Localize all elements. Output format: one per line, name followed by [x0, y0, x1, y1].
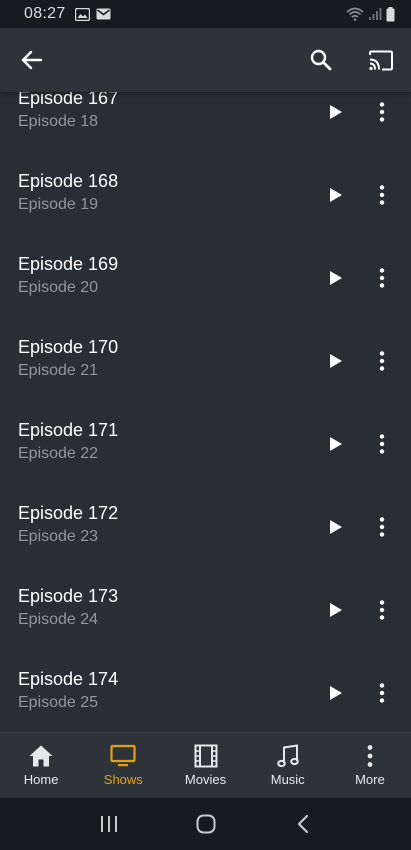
- list-item[interactable]: Episode 172 Episode 23: [0, 483, 411, 566]
- episode-subtitle: Episode 20: [18, 279, 99, 296]
- battery-icon: [386, 6, 395, 21]
- episode-title: Episode 170: [18, 337, 119, 357]
- arrow-back-icon: [21, 50, 43, 70]
- play-button[interactable]: [314, 671, 358, 715]
- play-icon: [330, 603, 342, 617]
- home-system-button[interactable]: [182, 804, 230, 844]
- back-system-button[interactable]: [279, 804, 327, 844]
- episode-title: Episode 171: [18, 420, 119, 440]
- system-status-icons: [346, 6, 395, 22]
- episode-title: Episode 174: [18, 669, 119, 689]
- more-options-button[interactable]: [360, 92, 404, 134]
- gallery-notification-icon: [74, 7, 90, 21]
- nav-label-movies: Movies: [184, 772, 227, 787]
- nav-label-shows: Shows: [103, 772, 143, 787]
- more-options-button[interactable]: [360, 422, 404, 466]
- more-options-button[interactable]: [360, 173, 404, 217]
- list-item[interactable]: Episode 169 Episode 20: [0, 234, 411, 317]
- home-icon: [29, 745, 53, 767]
- more-vertical-icon: [379, 351, 385, 371]
- more-vertical-icon: [379, 600, 385, 620]
- recent-apps-button[interactable]: [85, 804, 133, 844]
- more-options-button[interactable]: [360, 339, 404, 383]
- play-icon: [330, 354, 342, 368]
- back-button[interactable]: [8, 36, 56, 84]
- nav-item-more[interactable]: More: [329, 733, 411, 798]
- more-options-button[interactable]: [360, 256, 404, 300]
- episode-title: Episode 168: [18, 171, 119, 191]
- wifi-icon: [346, 7, 364, 21]
- play-button[interactable]: [314, 588, 358, 632]
- chevron-left-icon: [297, 814, 308, 834]
- more-vertical-icon: [367, 745, 373, 767]
- system-navigation-bar: [0, 798, 411, 850]
- nav-item-music[interactable]: Music: [247, 733, 329, 798]
- signal-icon: [369, 8, 382, 20]
- nav-item-movies[interactable]: Movies: [164, 733, 246, 798]
- episode-title: Episode 172: [18, 503, 119, 523]
- status-time: 08:27: [24, 5, 66, 22]
- app-bar: [0, 28, 411, 92]
- nav-label-music: Music: [270, 772, 305, 787]
- nav-item-shows[interactable]: Shows: [82, 733, 164, 798]
- more-options-button[interactable]: [360, 671, 404, 715]
- episode-title: Episode 167: [18, 92, 119, 108]
- cast-button[interactable]: [357, 36, 405, 84]
- play-button[interactable]: [314, 92, 358, 134]
- play-icon: [330, 271, 342, 285]
- nav-item-home[interactable]: Home: [0, 733, 82, 798]
- more-options-button[interactable]: [360, 588, 404, 632]
- more-vertical-icon: [379, 102, 385, 122]
- list-item[interactable]: Episode 171 Episode 22: [0, 400, 411, 483]
- search-button[interactable]: [297, 36, 345, 84]
- film-icon: [194, 744, 217, 768]
- episode-subtitle: Episode 18: [18, 113, 99, 130]
- play-button[interactable]: [314, 173, 358, 217]
- play-button[interactable]: [314, 256, 358, 300]
- play-icon: [330, 437, 342, 451]
- home-circle-icon: [196, 814, 215, 834]
- episode-subtitle: Episode 21: [18, 362, 99, 379]
- list-item[interactable]: Episode 167 Episode 18: [0, 92, 411, 151]
- episode-title: Episode 173: [18, 586, 119, 606]
- search-icon: [310, 49, 332, 71]
- episode-list[interactable]: Episode 167 Episode 18 Episode 168 Episode …: [0, 92, 411, 732]
- episode-subtitle: Episode 23: [18, 528, 99, 545]
- bottom-navigation: Home Shows Movies Music More: [0, 732, 411, 798]
- list-item[interactable]: Episode 173 Episode 24: [0, 566, 411, 649]
- notification-icons: [74, 7, 111, 21]
- tv-icon: [110, 744, 136, 767]
- list-item[interactable]: Episode 174 Episode 25: [0, 649, 411, 732]
- list-item[interactable]: Episode 170 Episode 21: [0, 317, 411, 400]
- play-icon: [330, 188, 342, 202]
- play-icon: [330, 520, 342, 534]
- play-button[interactable]: [314, 339, 358, 383]
- nav-label-home: Home: [23, 772, 59, 787]
- more-vertical-icon: [379, 517, 385, 537]
- music-note-icon: [276, 744, 299, 768]
- play-button[interactable]: [314, 505, 358, 549]
- episode-subtitle: Episode 24: [18, 611, 99, 628]
- more-vertical-icon: [379, 683, 385, 703]
- play-icon: [330, 105, 342, 119]
- episode-subtitle: Episode 22: [18, 445, 99, 462]
- status-bar: 08:27: [0, 0, 411, 28]
- mail-notification-icon: [96, 8, 111, 20]
- episode-list-content: Episode 167 Episode 18 Episode 168 Episode …: [0, 92, 411, 732]
- more-vertical-icon: [379, 268, 385, 288]
- nav-label-more: More: [355, 772, 385, 787]
- play-button[interactable]: [314, 422, 358, 466]
- more-vertical-icon: [379, 185, 385, 205]
- more-vertical-icon: [379, 434, 385, 454]
- episode-subtitle: Episode 25: [18, 694, 99, 711]
- list-item[interactable]: Episode 168 Episode 19: [0, 151, 411, 234]
- episode-title: Episode 169: [18, 254, 119, 274]
- recent-apps-icon: [100, 816, 117, 832]
- cast-icon: [369, 50, 393, 70]
- more-options-button[interactable]: [360, 505, 404, 549]
- episode-subtitle: Episode 19: [18, 196, 99, 213]
- play-icon: [330, 686, 342, 700]
